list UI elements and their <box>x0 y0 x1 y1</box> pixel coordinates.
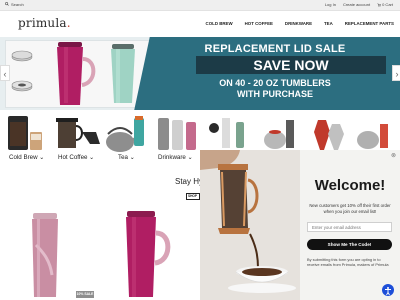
cart-label: 0 Cart <box>382 2 393 7</box>
hero-next-arrow[interactable]: › <box>392 65 400 81</box>
logo-dot: . <box>66 16 71 30</box>
nav-tea[interactable]: TEA <box>324 21 333 26</box>
nav-drinkware[interactable]: DRINKWARE <box>285 21 312 26</box>
site-header: primula. COLD BREW HOT COFFEE DRINKWARE … <box>0 11 400 36</box>
hero-subtitle: ON 40 - 20 OZ TUMBLERS WITH PURCHASE <box>150 78 400 99</box>
sale-badge: 10% SALE <box>76 291 94 298</box>
category-cold-brew[interactable]: Cold Brew ⌄ <box>9 154 44 161</box>
nav-replacement-parts[interactable]: REPLACEMENT PARTS <box>345 21 394 26</box>
create-account-link[interactable]: Create account <box>343 2 370 7</box>
shop-button[interactable]: SHOP <box>186 193 200 200</box>
category-tea[interactable]: Tea ⌄ <box>118 154 135 161</box>
popup-description: New customers get 10% off their first or… <box>309 203 391 214</box>
cart-icon <box>377 3 382 7</box>
email-field[interactable] <box>307 222 392 232</box>
accessibility-icon <box>385 287 391 296</box>
main-nav: COLD BREW HOT COFFEE DRINKWARE TEA REPLA… <box>206 21 394 26</box>
hero-prev-arrow[interactable]: ‹ <box>0 65 10 81</box>
nav-hot-coffee[interactable]: HOT COFFEE <box>245 21 273 26</box>
french-press-image <box>200 150 300 300</box>
hero-headline: SAVE NOW <box>253 57 329 73</box>
search-label: Search <box>11 2 24 7</box>
cart-link[interactable]: 0 Cart <box>377 2 393 7</box>
popup-legal-text: By submitting this form you are opting i… <box>307 257 389 268</box>
search-link[interactable]: Search <box>5 2 24 7</box>
hero-banner[interactable]: REPLACEMENT LID SALE SAVE NOW ON 40 - 20… <box>0 37 400 110</box>
category-hot-coffee[interactable]: Hot Coffee ⌄ <box>58 154 94 161</box>
utility-bar: Search Log In Create account 0 Cart <box>0 0 400 11</box>
accessibility-button[interactable] <box>382 284 394 296</box>
hero-line-2: WITH PURCHASE <box>237 88 313 99</box>
hero-title: REPLACEMENT LID SALE <box>204 43 346 55</box>
page: Search Log In Create account 0 Cart prim… <box>0 0 400 300</box>
logo-text: primula <box>18 16 67 30</box>
popup-close-icon[interactable]: ⊗ <box>391 152 396 159</box>
login-link[interactable]: Log In <box>325 2 336 7</box>
popup-image <box>200 150 300 300</box>
section-heading: Stay Hy <box>175 177 204 186</box>
nav-cold-brew[interactable]: COLD BREW <box>206 21 233 26</box>
product-images <box>32 211 171 297</box>
primula-logo[interactable]: primula. <box>18 16 71 30</box>
category-drinkware[interactable]: Drinkware ⌄ <box>158 154 193 161</box>
account-links: Log In Create account 0 Cart <box>325 2 393 7</box>
search-icon <box>5 2 9 7</box>
hero-line-1: ON 40 - 20 OZ TUMBLERS <box>219 78 331 88</box>
popup-title: Welcome! <box>314 177 386 194</box>
show-code-button[interactable]: Show Me The Code! <box>307 239 392 250</box>
